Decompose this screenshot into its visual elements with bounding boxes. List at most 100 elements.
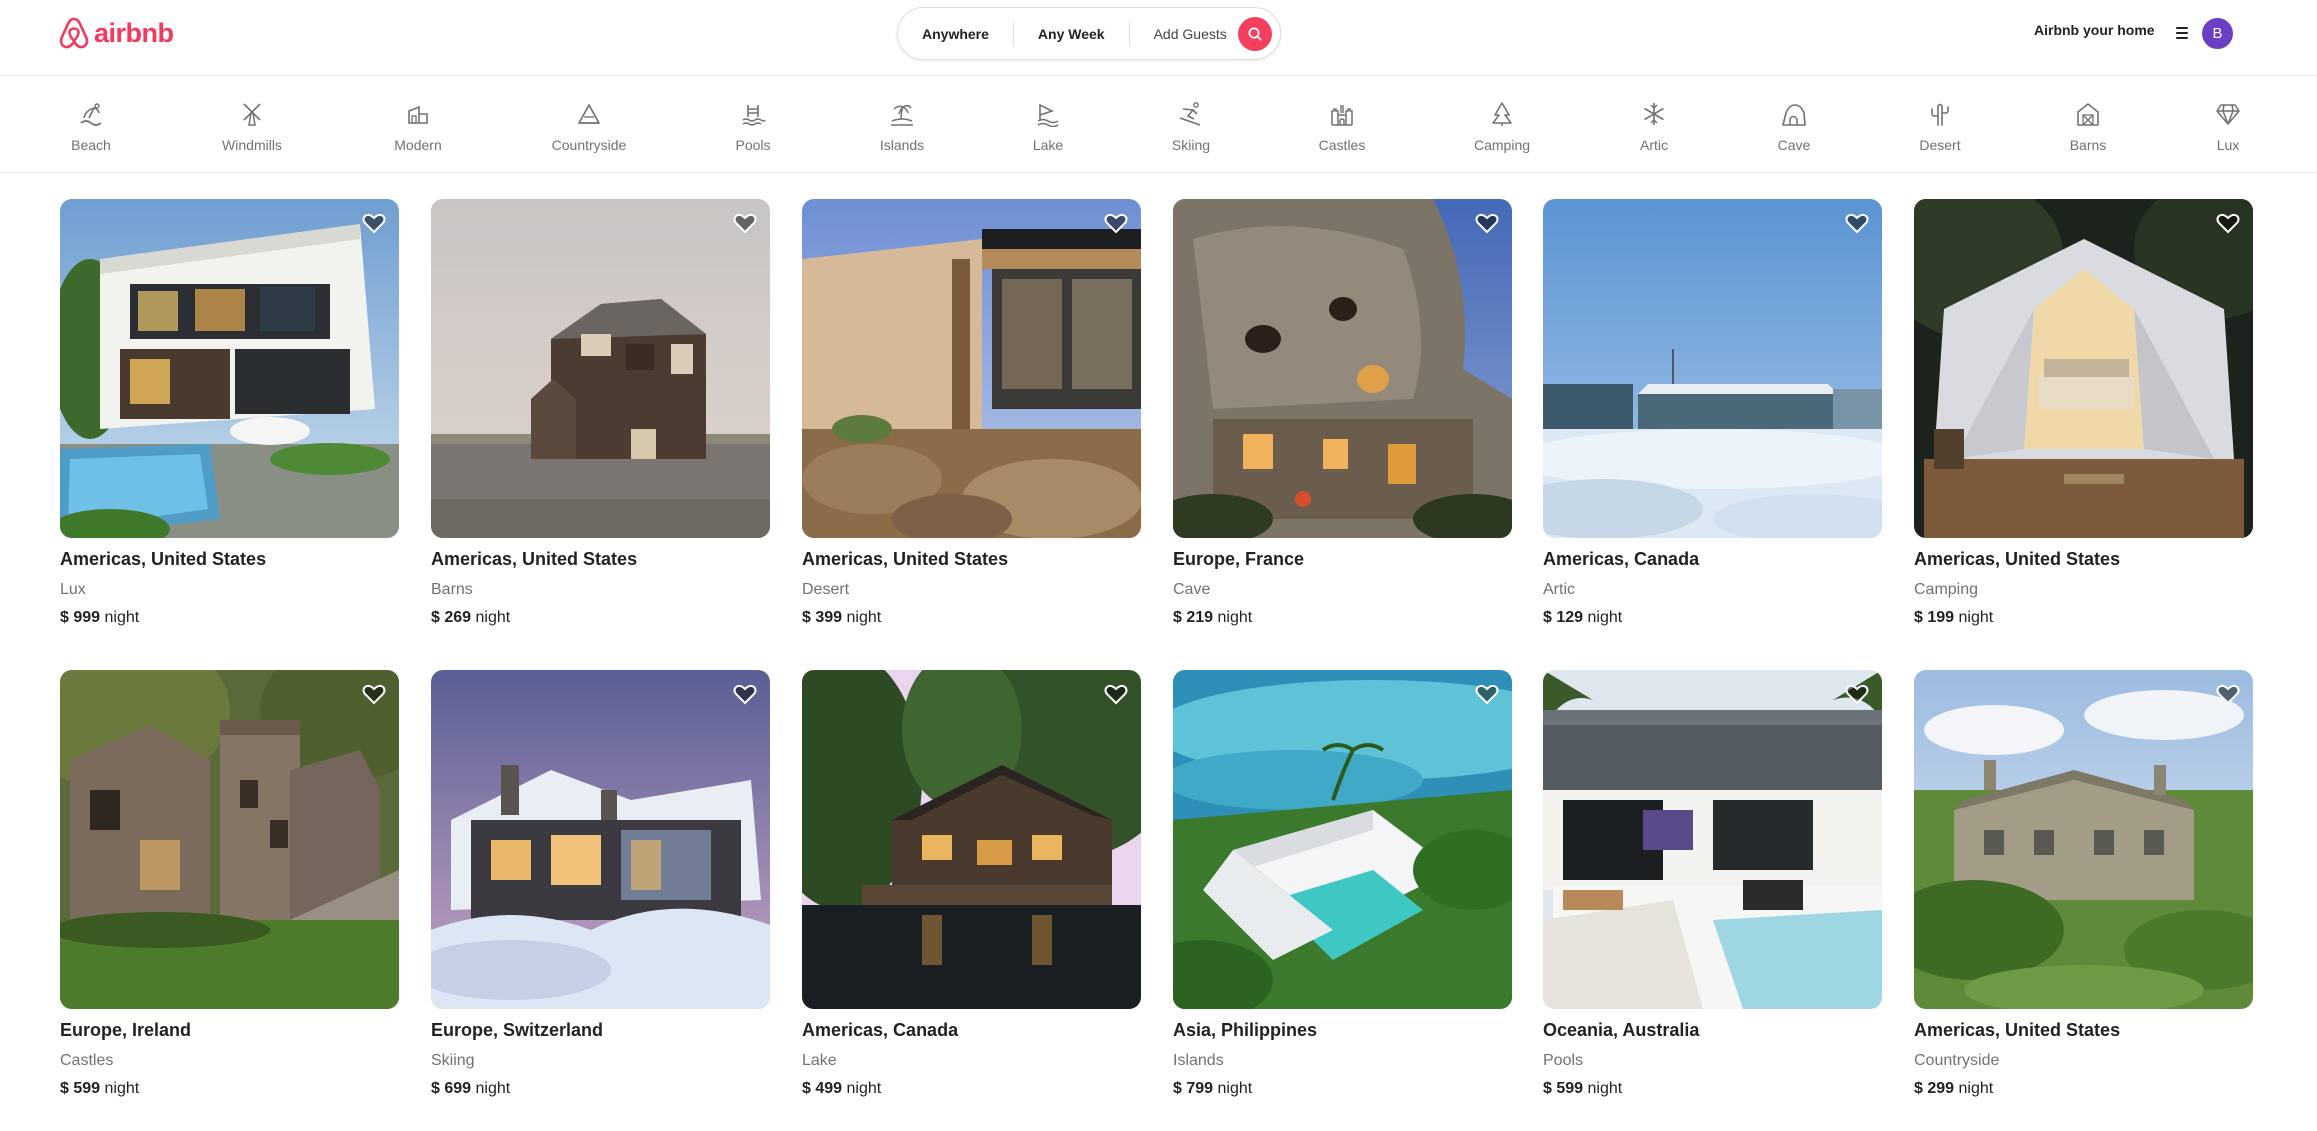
category-islands[interactable]: Islands	[847, 99, 957, 153]
listing-category: Artic	[1543, 581, 1575, 598]
favorite-heart-icon[interactable]	[1844, 681, 1870, 707]
category-desert[interactable]: Desert	[1885, 99, 1995, 153]
favorite-heart-icon[interactable]	[361, 210, 387, 236]
price-currency: $	[802, 1080, 811, 1097]
listing-image	[1173, 199, 1512, 538]
listing-photo[interactable]	[1543, 670, 1882, 1009]
listing-location: Americas, United States	[1914, 549, 2121, 569]
search-icon	[1248, 27, 1262, 41]
listing-location: Americas, United States	[802, 549, 1009, 569]
favorite-heart-icon[interactable]	[1103, 681, 1129, 707]
listing-photo[interactable]	[431, 199, 770, 538]
listing-photo[interactable]	[60, 670, 399, 1009]
category-label: Barns	[2069, 137, 2107, 153]
category-label: Modern	[394, 137, 442, 153]
favorite-heart-icon[interactable]	[732, 210, 758, 236]
listing-photo[interactable]	[1914, 670, 2253, 1009]
search-week[interactable]: Any Week	[1038, 26, 1105, 42]
category-countryside[interactable]: Countryside	[534, 99, 644, 153]
price-unit: night	[104, 1080, 140, 1097]
listing-photo[interactable]	[431, 670, 770, 1009]
listing-photo[interactable]	[802, 670, 1141, 1009]
listing-photo[interactable]	[1173, 670, 1512, 1009]
favorite-heart-icon[interactable]	[2215, 681, 2241, 707]
listing-image	[431, 670, 770, 1009]
listing-image	[1543, 670, 1882, 1009]
listing-photo[interactable]	[1543, 199, 1882, 538]
listing-card[interactable]: Americas, United States Barns $ 269 nigh…	[431, 199, 770, 627]
category-bar: Beach Windmills Modern Countryside Pools…	[0, 77, 2317, 173]
price-amount: 269	[444, 609, 472, 626]
listing-image	[1173, 670, 1512, 1009]
hamburger-menu-icon[interactable]	[2172, 23, 2192, 43]
price-unit: night	[1217, 1080, 1253, 1097]
favorite-heart-icon[interactable]	[361, 681, 387, 707]
favorite-heart-icon[interactable]	[1474, 681, 1500, 707]
listing-category: Barns	[431, 581, 473, 598]
price-currency: $	[431, 1080, 440, 1097]
category-castles[interactable]: Castles	[1287, 99, 1397, 153]
category-pools[interactable]: Pools	[698, 99, 808, 153]
category-cave[interactable]: Cave	[1739, 99, 1849, 153]
category-skiing[interactable]: Skiing	[1136, 99, 1246, 153]
search-bar[interactable]: Anywhere Any Week Add Guests	[897, 7, 1281, 60]
listing-photo[interactable]	[802, 199, 1141, 538]
category-artic[interactable]: Artic	[1599, 99, 1709, 153]
listing-category: Desert	[802, 581, 850, 598]
listing-card[interactable]: Europe, Switzerland Skiing $ 699 night	[431, 670, 770, 1098]
listing-photo[interactable]	[1173, 199, 1512, 538]
category-beach[interactable]: Beach	[36, 99, 146, 153]
favorite-heart-icon[interactable]	[732, 681, 758, 707]
search-divider	[1128, 21, 1130, 46]
listing-card[interactable]: Europe, France Cave $ 219 night	[1173, 199, 1512, 627]
avatar[interactable]: B	[2202, 17, 2233, 49]
category-barns[interactable]: Barns	[2033, 99, 2143, 153]
category-lux[interactable]: Lux	[2173, 99, 2283, 153]
listing-location: Americas, Canada	[802, 1020, 959, 1040]
listing-location: Americas, Canada	[1543, 549, 1700, 569]
host-link[interactable]: Airbnb your home	[2034, 22, 2155, 38]
price-unit: night	[475, 609, 511, 626]
listing-card[interactable]: Americas, United States Countryside $ 29…	[1914, 670, 2253, 1098]
listing-image	[60, 670, 399, 1009]
listing-card[interactable]: Americas, Canada Lake $ 499 night	[802, 670, 1141, 1098]
listing-card[interactable]: Oceania, Australia Pools $ 599 night	[1543, 670, 1882, 1098]
listing-category: Pools	[1543, 1052, 1584, 1069]
listing-card[interactable]: Americas, United States Desert $ 399 nig…	[802, 199, 1141, 627]
skiing-icon	[1176, 99, 1206, 129]
listing-photo[interactable]	[1914, 199, 2253, 538]
category-modern[interactable]: Modern	[363, 99, 473, 153]
category-lake[interactable]: Lake	[993, 99, 1103, 153]
favorite-heart-icon[interactable]	[2215, 210, 2241, 236]
listing-category: Islands	[1173, 1052, 1224, 1069]
favorite-heart-icon[interactable]	[1474, 210, 1500, 236]
price-unit: night	[1958, 609, 1994, 626]
logo-text: airbnb	[94, 17, 174, 48]
price-currency: $	[1914, 1080, 1923, 1097]
price-amount: 999	[73, 609, 101, 626]
airbnb-logo[interactable]: airbnb	[58, 16, 174, 50]
user-menu[interactable]: B	[2172, 14, 2246, 52]
search-button[interactable]	[1238, 16, 1272, 51]
listing-card[interactable]: Americas, United States Lux $ 999 night	[60, 199, 399, 627]
listing-card[interactable]: Europe, Ireland Castles $ 599 night	[60, 670, 399, 1098]
search-location[interactable]: Anywhere	[922, 26, 989, 42]
price-amount: 499	[815, 1080, 843, 1097]
category-label: Countryside	[551, 137, 627, 153]
listing-location: Americas, United States	[431, 549, 638, 569]
listing-photo[interactable]	[60, 199, 399, 538]
listing-category: Cave	[1173, 581, 1211, 598]
favorite-heart-icon[interactable]	[1844, 210, 1870, 236]
listing-card[interactable]: Americas, Canada Artic $ 129 night	[1543, 199, 1882, 627]
category-windmills[interactable]: Windmills	[197, 99, 307, 153]
category-label: Lux	[2216, 137, 2240, 153]
listing-location: Americas, United States	[1914, 1020, 2121, 1040]
listing-card[interactable]: Asia, Philippines Islands $ 799 night	[1173, 670, 1512, 1098]
listing-location: Europe, Switzerland	[431, 1020, 604, 1040]
price-currency: $	[60, 1080, 69, 1097]
favorite-heart-icon[interactable]	[1103, 210, 1129, 236]
category-label: Beach	[71, 137, 111, 153]
search-guests[interactable]: Add Guests	[1154, 26, 1227, 42]
listing-card[interactable]: Americas, United States Camping $ 199 ni…	[1914, 199, 2253, 627]
category-camping[interactable]: Camping	[1447, 99, 1557, 153]
